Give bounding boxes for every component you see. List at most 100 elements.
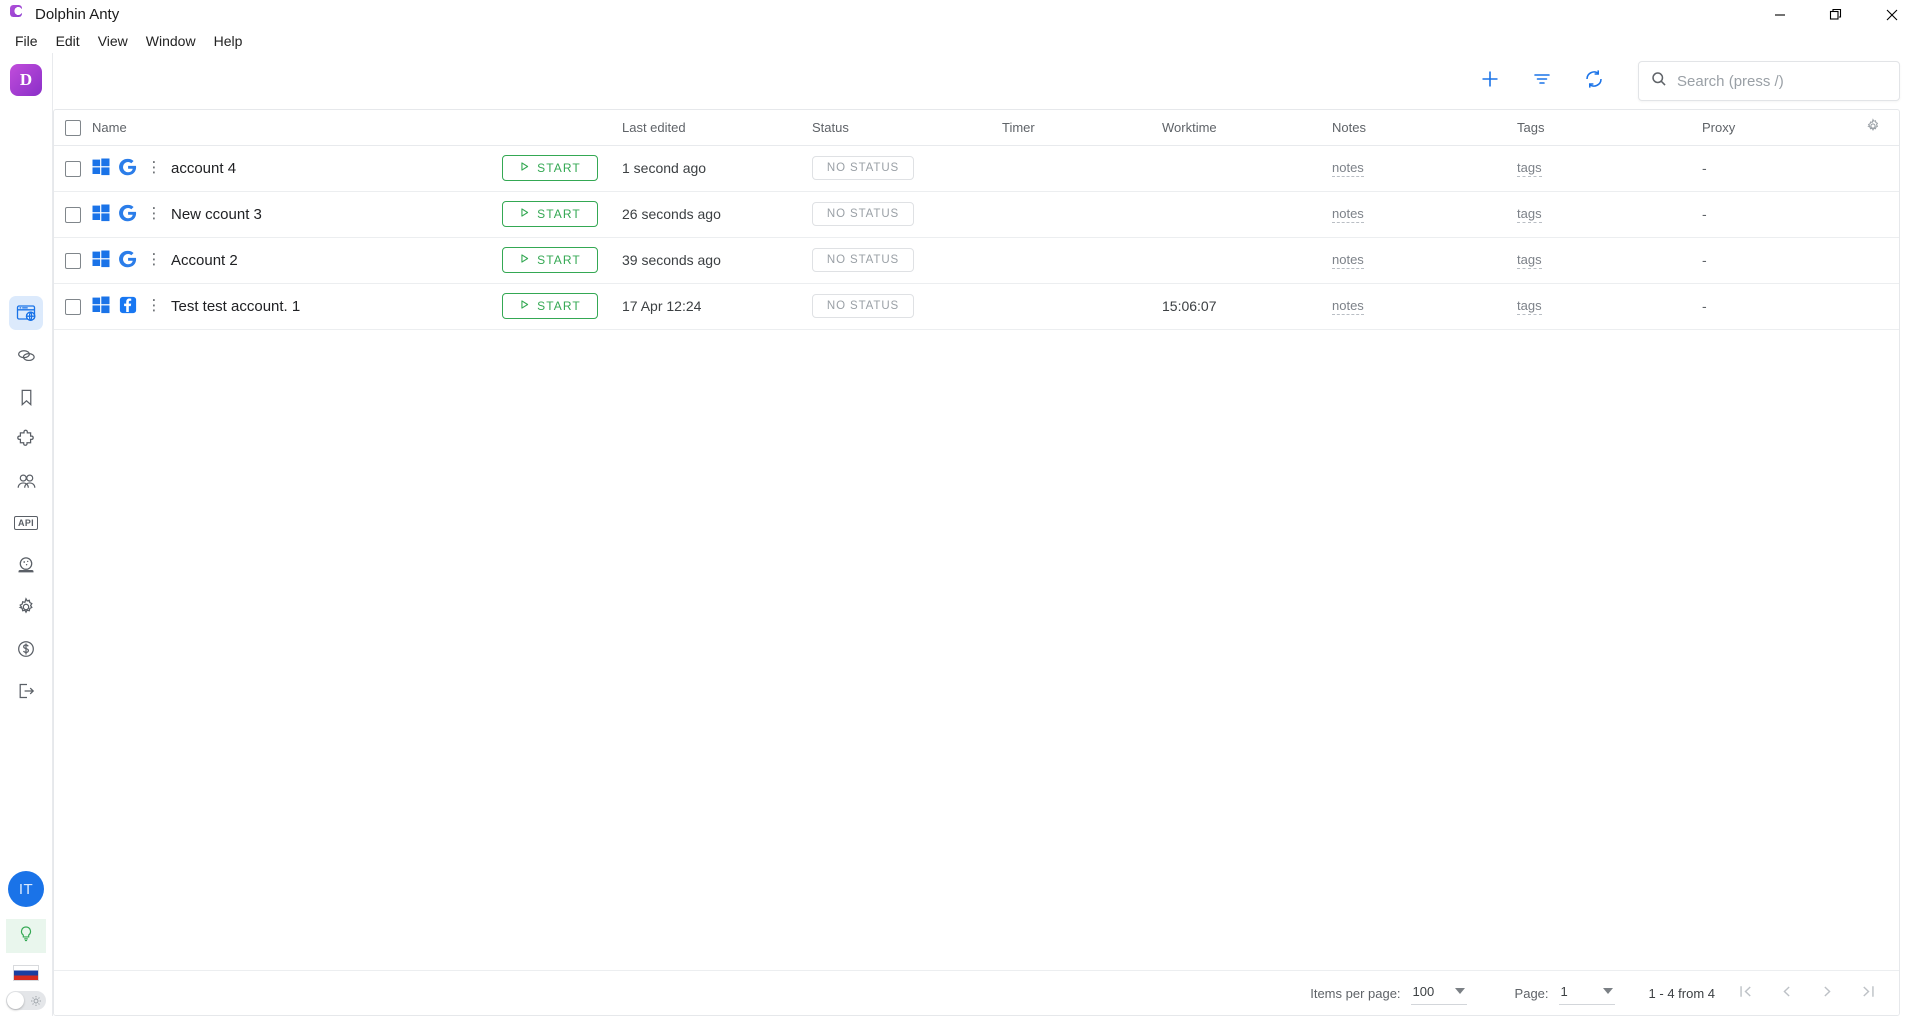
notes-link[interactable]: notes <box>1332 160 1364 178</box>
status-badge[interactable]: NO STATUS <box>812 156 914 180</box>
users-group-icon <box>16 471 37 492</box>
search-input[interactable] <box>1677 72 1887 90</box>
status-badge[interactable]: NO STATUS <box>812 202 914 226</box>
menu-help[interactable]: Help <box>205 31 252 51</box>
row-actions-cell <box>1847 145 1899 192</box>
menu-file[interactable]: File <box>6 31 47 51</box>
table-header-row: Name Last edited Status Timer Worktime N… <box>54 110 1899 146</box>
notes-link[interactable]: notes <box>1332 252 1364 270</box>
page-select[interactable]: 1 <box>1558 982 1615 1005</box>
table-row[interactable]: ⋮ New ccount 3 START 26 seconds ago NO STATU… <box>54 191 1899 238</box>
row-checkbox[interactable] <box>65 160 81 177</box>
refresh-button[interactable] <box>1580 67 1608 95</box>
chevron-down-icon <box>1454 988 1465 994</box>
start-button[interactable]: START <box>502 293 598 319</box>
column-last-edited[interactable]: Last edited <box>622 110 812 146</box>
theme-toggle-knob <box>7 992 24 1009</box>
row-timer <box>1002 145 1162 192</box>
sidebar-item-team[interactable] <box>9 464 43 498</box>
row-checkbox[interactable] <box>65 252 81 269</box>
kebab-menu-icon[interactable]: ⋮ <box>146 160 162 175</box>
row-status-cell: NO STATUS <box>812 283 1002 330</box>
app-body: D API IT Search (press /) Name Last edit… <box>0 53 1920 1016</box>
sidebar-item-settings[interactable] <box>9 590 43 624</box>
notes-link[interactable]: notes <box>1332 206 1364 224</box>
browser-window-globe-icon <box>16 303 36 323</box>
menu-window[interactable]: Window <box>137 31 205 51</box>
sidebar-item-bookmarks[interactable] <box>9 380 43 414</box>
menu-edit[interactable]: Edit <box>47 31 89 51</box>
main-content: Name Last edited Status Timer Worktime N… <box>53 53 1920 1016</box>
sidebar-item-logout[interactable] <box>9 674 43 708</box>
page-label: Page: <box>1514 985 1549 1001</box>
kebab-menu-icon[interactable]: ⋮ <box>146 298 162 313</box>
column-timer[interactable]: Timer <box>1002 110 1162 146</box>
notes-link[interactable]: notes <box>1332 298 1364 316</box>
row-checkbox[interactable] <box>65 298 81 315</box>
start-label: START <box>537 207 581 221</box>
sidebar-item-browser-profiles[interactable] <box>9 296 43 330</box>
sidebar-item-extensions[interactable] <box>9 422 43 456</box>
row-timer <box>1002 191 1162 238</box>
row-timer <box>1002 237 1162 284</box>
theme-toggle[interactable] <box>6 991 46 1010</box>
table-row[interactable]: ⋮ Test test account. 1 START 17 Apr 12:24 NO… <box>54 283 1899 330</box>
chain-links-icon <box>16 345 37 366</box>
table-row[interactable]: ⋮ account 4 START 1 second ago NO STATUS note… <box>54 145 1899 192</box>
table-settings-icon[interactable] <box>1865 118 1881 137</box>
tags-link[interactable]: tags <box>1517 298 1542 316</box>
kebab-menu-icon[interactable]: ⋮ <box>146 252 162 267</box>
add-profile-button[interactable] <box>1476 67 1504 95</box>
left-sidebar: D API IT <box>0 53 53 1016</box>
app-logo-button[interactable]: D <box>10 64 42 96</box>
tags-link[interactable]: tags <box>1517 252 1542 270</box>
status-badge[interactable]: NO STATUS <box>812 248 914 272</box>
first-page-button[interactable] <box>1737 983 1754 1003</box>
tags-link[interactable]: tags <box>1517 160 1542 178</box>
sidebar-item-automation[interactable] <box>9 548 43 582</box>
row-name-cell: ⋮ New ccount 3 <box>92 191 502 238</box>
api-icon: API <box>14 516 38 530</box>
start-button[interactable]: START <box>502 247 598 273</box>
row-timer <box>1002 283 1162 330</box>
row-tags-cell: tags <box>1517 145 1702 192</box>
column-notes[interactable]: Notes <box>1332 110 1517 146</box>
select-all-checkbox[interactable] <box>65 119 81 136</box>
status-badge[interactable]: NO STATUS <box>812 294 914 318</box>
sidebar-item-sync[interactable] <box>9 338 43 372</box>
minimize-button[interactable] <box>1752 0 1808 29</box>
tips-button[interactable] <box>6 919 46 953</box>
tags-link[interactable]: tags <box>1517 206 1542 224</box>
kebab-menu-icon[interactable]: ⋮ <box>146 206 162 221</box>
start-label: START <box>537 161 581 175</box>
filter-button[interactable] <box>1528 67 1556 95</box>
close-button[interactable] <box>1864 0 1920 29</box>
row-worktime: 15:06:07 <box>1162 283 1332 330</box>
table-row[interactable]: ⋮ Account 2 START 39 seconds ago NO STATUS no… <box>54 237 1899 284</box>
row-checkbox[interactable] <box>65 206 81 223</box>
chevron-down-icon <box>1602 988 1613 994</box>
dollar-circle-icon <box>16 639 36 659</box>
start-label: START <box>537 253 581 267</box>
row-start-cell: START <box>502 237 622 284</box>
start-button[interactable]: START <box>502 201 598 227</box>
avatar[interactable]: IT <box>8 871 44 907</box>
last-page-button[interactable] <box>1860 983 1877 1003</box>
next-page-button[interactable] <box>1819 983 1836 1003</box>
column-tags[interactable]: Tags <box>1517 110 1702 146</box>
maximize-button[interactable] <box>1808 0 1864 29</box>
column-worktime[interactable]: Worktime <box>1162 110 1332 146</box>
column-proxy[interactable]: Proxy <box>1702 110 1847 146</box>
russia-flag-icon[interactable] <box>13 965 39 981</box>
column-name[interactable]: Name <box>92 110 502 146</box>
sidebar-item-api[interactable]: API <box>9 506 43 540</box>
column-status[interactable]: Status <box>812 110 1002 146</box>
menu-view[interactable]: View <box>89 31 137 51</box>
prev-page-button[interactable] <box>1778 983 1795 1003</box>
play-icon <box>519 207 530 221</box>
items-per-page-select[interactable]: 100 <box>1410 982 1467 1005</box>
start-button[interactable]: START <box>502 155 598 181</box>
pagination-bar: Items per page: 100 Page: 1 1 - 4 from 4 <box>54 970 1899 1015</box>
sidebar-item-billing[interactable] <box>9 632 43 666</box>
search-box[interactable] <box>1638 61 1900 101</box>
